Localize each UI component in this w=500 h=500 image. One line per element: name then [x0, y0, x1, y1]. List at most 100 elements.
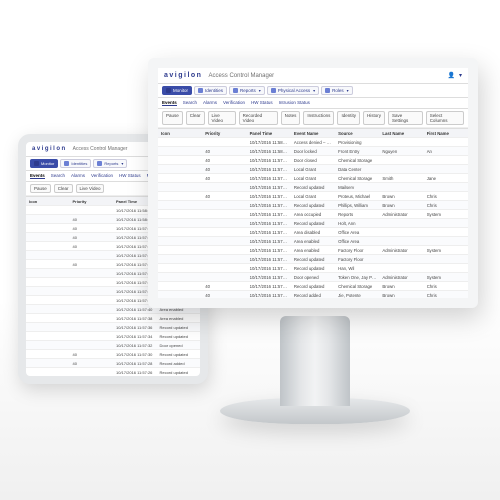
- column-header[interactable]: Priority: [70, 197, 114, 206]
- table-row[interactable]: 10/17/2016 11:57:36Record updated: [26, 323, 200, 332]
- table-cell: [26, 278, 70, 287]
- table-row[interactable]: 10/17/2016 11:57:40Area enabledOffice Ar…: [158, 237, 468, 246]
- table-cell: [26, 296, 70, 305]
- table-row[interactable]: 4010/17/2016 11:58:00Door lockedFront En…: [158, 147, 468, 156]
- events-grid[interactable]: IconPriorityPanel TimeEvent NameSourceLa…: [158, 128, 468, 298]
- table-cell: [158, 255, 202, 264]
- table-cell: [202, 237, 246, 246]
- table-cell: Chemical Storage: [335, 282, 379, 291]
- identity-button[interactable]: Identity: [337, 111, 360, 125]
- tab-events[interactable]: Events: [30, 173, 45, 179]
- table-cell: [158, 264, 202, 273]
- pause-button[interactable]: Pause: [162, 111, 183, 125]
- tab-hwstatus[interactable]: HW Status: [119, 173, 141, 179]
- table-row[interactable]: 4010/17/2016 11:57:50Local GrantProteus,…: [158, 192, 468, 201]
- table-row[interactable]: 10/17/2016 11:57:32Door opened: [26, 341, 200, 350]
- table-cell: [70, 251, 114, 260]
- table-cell: [158, 156, 202, 165]
- monitor-icon: [166, 88, 171, 93]
- table-cell: Holt, Ann: [335, 219, 379, 228]
- tab-intrusion[interactable]: Intrusion Status: [279, 100, 310, 106]
- table-cell: Area enabled: [291, 246, 335, 255]
- save-settings-button[interactable]: Save Settings: [388, 111, 423, 125]
- roles-button[interactable]: Roles▾: [321, 86, 353, 95]
- table-cell: [424, 138, 468, 147]
- reports-button[interactable]: Reports▾: [229, 86, 265, 95]
- physical-access-button[interactable]: Physical Access▾: [267, 86, 319, 95]
- filter-bar: Pause Clear Live Video Recorded Video No…: [158, 109, 468, 128]
- tab-search[interactable]: Search: [51, 173, 65, 179]
- table-row[interactable]: 4010/17/2016 11:57:30Record updated: [26, 350, 200, 359]
- select-columns-button[interactable]: Select Columns: [426, 111, 464, 125]
- table-row[interactable]: 10/17/2016 11:57:36Record updatedFactory…: [158, 255, 468, 264]
- table-row[interactable]: 10/17/2016 11:57:32Door openedToken One,…: [158, 273, 468, 282]
- column-header[interactable]: Priority: [202, 129, 246, 138]
- table-cell: 40: [70, 260, 114, 269]
- table-cell: Reports: [335, 210, 379, 219]
- clear-button[interactable]: Clear: [54, 184, 73, 193]
- table-cell: Area disabled: [291, 228, 335, 237]
- table-row[interactable]: 10/17/2016 11:58:02Access denied – stole…: [158, 138, 468, 147]
- history-button[interactable]: History: [363, 111, 385, 125]
- table-row[interactable]: 10/17/2016 11:57:46Area occupiedReportsA…: [158, 210, 468, 219]
- tab-verification[interactable]: Verification: [91, 173, 113, 179]
- column-header[interactable]: Panel Time: [247, 129, 291, 138]
- table-row[interactable]: 4010/17/2016 11:57:28Record added: [26, 359, 200, 368]
- column-header[interactable]: Icon: [158, 129, 202, 138]
- table-cell: 10/17/2016 11:57:36: [113, 323, 157, 332]
- table-cell: Brown: [379, 282, 423, 291]
- table-cell: [70, 341, 114, 350]
- table-cell: Access denied – stolen credential: [291, 138, 335, 147]
- column-header[interactable]: Icon: [26, 197, 70, 206]
- table-cell: Door opened: [157, 341, 201, 350]
- table-cell: 10/17/2016 11:57:34: [113, 332, 157, 341]
- column-header[interactable]: Last Name: [379, 129, 423, 138]
- rec-video-button[interactable]: Recorded Video: [239, 111, 278, 125]
- reports-button[interactable]: Reports▾: [93, 159, 127, 168]
- tab-hwstatus[interactable]: HW Status: [251, 100, 273, 106]
- instructions-button[interactable]: Instructions: [303, 111, 334, 125]
- column-header[interactable]: First Name: [424, 129, 468, 138]
- table-row[interactable]: 4010/17/2016 11:57:28Record addedJie, Po…: [158, 291, 468, 299]
- monitor-button[interactable]: Monitor: [30, 159, 58, 168]
- table-cell: 40: [202, 291, 246, 299]
- table-row[interactable]: 10/17/2016 11:57:42Area disabledOffice A…: [158, 228, 468, 237]
- tab-alarms[interactable]: Alarms: [71, 173, 85, 179]
- table-cell: 10/17/2016 11:57:42: [247, 228, 291, 237]
- tab-events[interactable]: Events: [162, 100, 177, 106]
- table-row[interactable]: 4010/17/2016 11:57:54Local GrantChemical…: [158, 174, 468, 183]
- user-menu[interactable]: 👤 ▾: [448, 72, 463, 79]
- notes-button[interactable]: Notes: [281, 111, 301, 125]
- table-cell: [379, 165, 423, 174]
- column-header[interactable]: Source: [335, 129, 379, 138]
- table-row[interactable]: 10/17/2016 11:57:34Record updatedHan, Wi…: [158, 264, 468, 273]
- table-row[interactable]: 4010/17/2016 11:57:56Local GrantData Cen…: [158, 165, 468, 174]
- table-cell: Local Grant: [291, 165, 335, 174]
- table-row[interactable]: 10/17/2016 11:57:38Area enabledFactory F…: [158, 246, 468, 255]
- identities-button[interactable]: Identities: [194, 86, 227, 95]
- table-row[interactable]: 10/17/2016 11:57:34Record updated: [26, 332, 200, 341]
- monitor-button[interactable]: Monitor: [162, 86, 192, 95]
- table-row[interactable]: 4010/17/2016 11:57:30Record updatedChemi…: [158, 282, 468, 291]
- pause-button[interactable]: Pause: [30, 184, 51, 193]
- table-row[interactable]: 10/17/2016 11:57:44Record updatedHolt, A…: [158, 219, 468, 228]
- tab-verification[interactable]: Verification: [223, 100, 245, 106]
- table-row[interactable]: 10/17/2016 11:57:48Record updatedPhillip…: [158, 201, 468, 210]
- identities-button[interactable]: Identities: [60, 159, 91, 168]
- chevron-down-icon: ▾: [459, 72, 462, 79]
- table-cell: 40: [70, 224, 114, 233]
- tab-alarms[interactable]: Alarms: [203, 100, 217, 106]
- clear-button[interactable]: Clear: [186, 111, 205, 125]
- tab-search[interactable]: Search: [183, 100, 197, 106]
- table-row[interactable]: 10/17/2016 11:57:52Record updatedMailser…: [158, 183, 468, 192]
- table-row[interactable]: 10/17/2016 11:57:38Area enabled: [26, 314, 200, 323]
- table-cell: Administrator: [379, 210, 423, 219]
- table-row[interactable]: 10/17/2016 11:57:26Record updated: [26, 368, 200, 377]
- live-video-button[interactable]: Live Video: [76, 184, 105, 193]
- table-cell: Provisioning: [335, 138, 379, 147]
- table-cell: [202, 273, 246, 282]
- column-header[interactable]: Event Name: [291, 129, 335, 138]
- table-cell: [26, 323, 70, 332]
- table-row[interactable]: 4010/17/2016 11:57:58Door closedChemical…: [158, 156, 468, 165]
- live-video-button[interactable]: Live Video: [208, 111, 236, 125]
